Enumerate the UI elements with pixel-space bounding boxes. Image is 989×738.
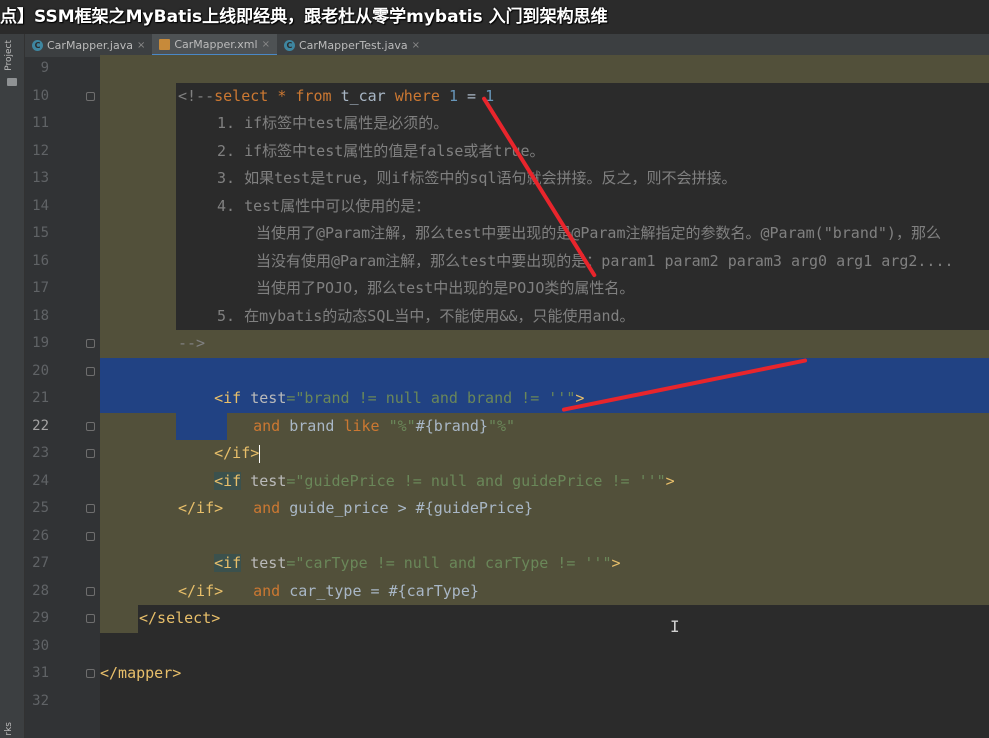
scope-highlight bbox=[100, 330, 989, 358]
line-number: 10 bbox=[32, 87, 49, 104]
line-number: 26 bbox=[32, 527, 49, 544]
line-number: 27 bbox=[32, 555, 49, 571]
tab-label: CarMapperTest.java bbox=[298, 39, 408, 52]
java-class-icon: C bbox=[32, 40, 43, 51]
fold-toggle-icon[interactable] bbox=[86, 339, 95, 348]
line-number: 9 bbox=[40, 60, 49, 76]
code-line-10[interactable]: <!-- bbox=[178, 83, 214, 111]
scope-highlight bbox=[100, 82, 176, 330]
fold-toggle-icon[interactable] bbox=[86, 531, 95, 541]
code-line-26[interactable]: <if test="carType != null and carType !=… bbox=[178, 523, 621, 572]
code-line-24[interactable]: and guide_price > #{guidePrice} bbox=[217, 468, 533, 517]
fold-toggle-icon[interactable] bbox=[86, 421, 95, 431]
line-number: 30 bbox=[32, 637, 49, 654]
code-line-9[interactable]: select * from t_car where 1 = 1 bbox=[178, 55, 494, 105]
scope-highlight bbox=[100, 412, 176, 440]
code-line-16[interactable]: 当没有使用@Param注解，那么test中要出现的是：param1 param2… bbox=[256, 248, 954, 276]
line-number: 12 bbox=[32, 142, 49, 159]
line-number: 23 bbox=[32, 445, 49, 461]
fold-toggle-icon[interactable] bbox=[86, 504, 95, 513]
fold-marker-column bbox=[86, 55, 98, 688]
close-icon[interactable]: × bbox=[137, 40, 145, 51]
line-number: 31 bbox=[32, 665, 49, 681]
fold-toggle-icon[interactable] bbox=[86, 669, 95, 678]
code-line-25[interactable]: </if> bbox=[178, 495, 223, 523]
line-number: 25 bbox=[32, 500, 49, 516]
line-number: 18 bbox=[32, 307, 49, 324]
code-line-20[interactable]: <if test="brand != null and brand != ''"… bbox=[178, 358, 584, 407]
line-number: 16 bbox=[32, 252, 49, 269]
code-line-21[interactable]: and brand like "%"#{brand}"%" bbox=[217, 385, 515, 435]
code-line-12[interactable]: 2. if标签中test属性的值是false或者true。 bbox=[217, 138, 545, 166]
text-cursor-icon: Ι bbox=[670, 617, 680, 636]
code-line-31[interactable]: </mapper> bbox=[100, 660, 181, 688]
line-number: 32 bbox=[32, 692, 49, 709]
line-number: 20 bbox=[32, 362, 49, 379]
tab-label: CarMapper.xml bbox=[174, 37, 258, 51]
code-line-15[interactable]: 当使用了@Param注解，那么test中要出现的是@Param注解指定的参数名。… bbox=[256, 220, 941, 248]
tool-window-strip: Project rks bbox=[0, 34, 25, 738]
line-number: 28 bbox=[32, 582, 49, 599]
code-line-28[interactable]: </if> bbox=[178, 578, 223, 606]
code-line-13[interactable]: 3. 如果test是true，则if标签中的sql语句就会拼接。反之，则不会拼接… bbox=[217, 165, 737, 193]
folder-icon bbox=[7, 78, 17, 86]
line-number: 13 bbox=[32, 170, 49, 186]
line-number: 17 bbox=[32, 280, 49, 296]
xml-file-icon bbox=[159, 38, 171, 50]
fold-toggle-icon[interactable] bbox=[86, 449, 95, 458]
line-number: 15 bbox=[32, 225, 49, 241]
fold-toggle-icon[interactable] bbox=[86, 91, 95, 101]
project-tool-button[interactable]: Project bbox=[4, 40, 14, 71]
line-number: 24 bbox=[32, 472, 49, 489]
code-line-22[interactable]: </if> bbox=[178, 413, 261, 463]
close-icon[interactable]: × bbox=[262, 39, 270, 50]
line-number-column: 9 10 11 12 13 14 15 16 17 18 19 20 21 22… bbox=[25, 55, 49, 715]
fold-toggle-icon[interactable] bbox=[86, 366, 95, 376]
line-number-current: 22 bbox=[32, 417, 49, 434]
line-number: 29 bbox=[32, 610, 49, 626]
fold-toggle-icon[interactable] bbox=[86, 614, 95, 623]
code-line-23[interactable]: <if test="guidePrice != null and guidePr… bbox=[178, 440, 675, 490]
code-line-29[interactable]: </select> bbox=[139, 605, 220, 633]
bookmarks-tool-button[interactable]: rks bbox=[4, 722, 14, 736]
tab-carmappertest-java[interactable]: C CarMapperTest.java × bbox=[277, 34, 427, 57]
code-line-17[interactable]: 当使用了POJO，那么test中出现的是POJO类的属性名。 bbox=[256, 275, 634, 303]
line-number: 11 bbox=[32, 115, 49, 131]
tab-carmapper-xml[interactable]: CarMapper.xml × bbox=[152, 34, 277, 57]
video-title: 点】SSM框架之MyBatis上线即经典，跟老杜从零学mybatis 入门到架构… bbox=[0, 0, 989, 34]
test-class-icon: C bbox=[283, 40, 295, 51]
code-line-19[interactable]: --> bbox=[178, 330, 205, 358]
line-number: 14 bbox=[32, 197, 49, 214]
tab-label: CarMapper.java bbox=[47, 39, 133, 52]
code-line-27[interactable]: and car_type = #{carType} bbox=[217, 550, 479, 600]
tab-carmapper-java[interactable]: C CarMapper.java × bbox=[25, 34, 152, 57]
scope-highlight bbox=[100, 605, 138, 633]
fold-toggle-icon[interactable] bbox=[86, 586, 95, 596]
code-line-18[interactable]: 5. 在mybatis的动态SQL当中，不能使用&&，只能使用and。 bbox=[217, 303, 635, 331]
line-number: 19 bbox=[32, 335, 49, 351]
close-icon[interactable]: × bbox=[412, 40, 420, 51]
line-number: 21 bbox=[32, 390, 49, 406]
code-line-14[interactable]: 4. test属性中可以使用的是： bbox=[217, 193, 430, 221]
code-line-11[interactable]: 1. if标签中test属性是必须的。 bbox=[217, 110, 448, 138]
